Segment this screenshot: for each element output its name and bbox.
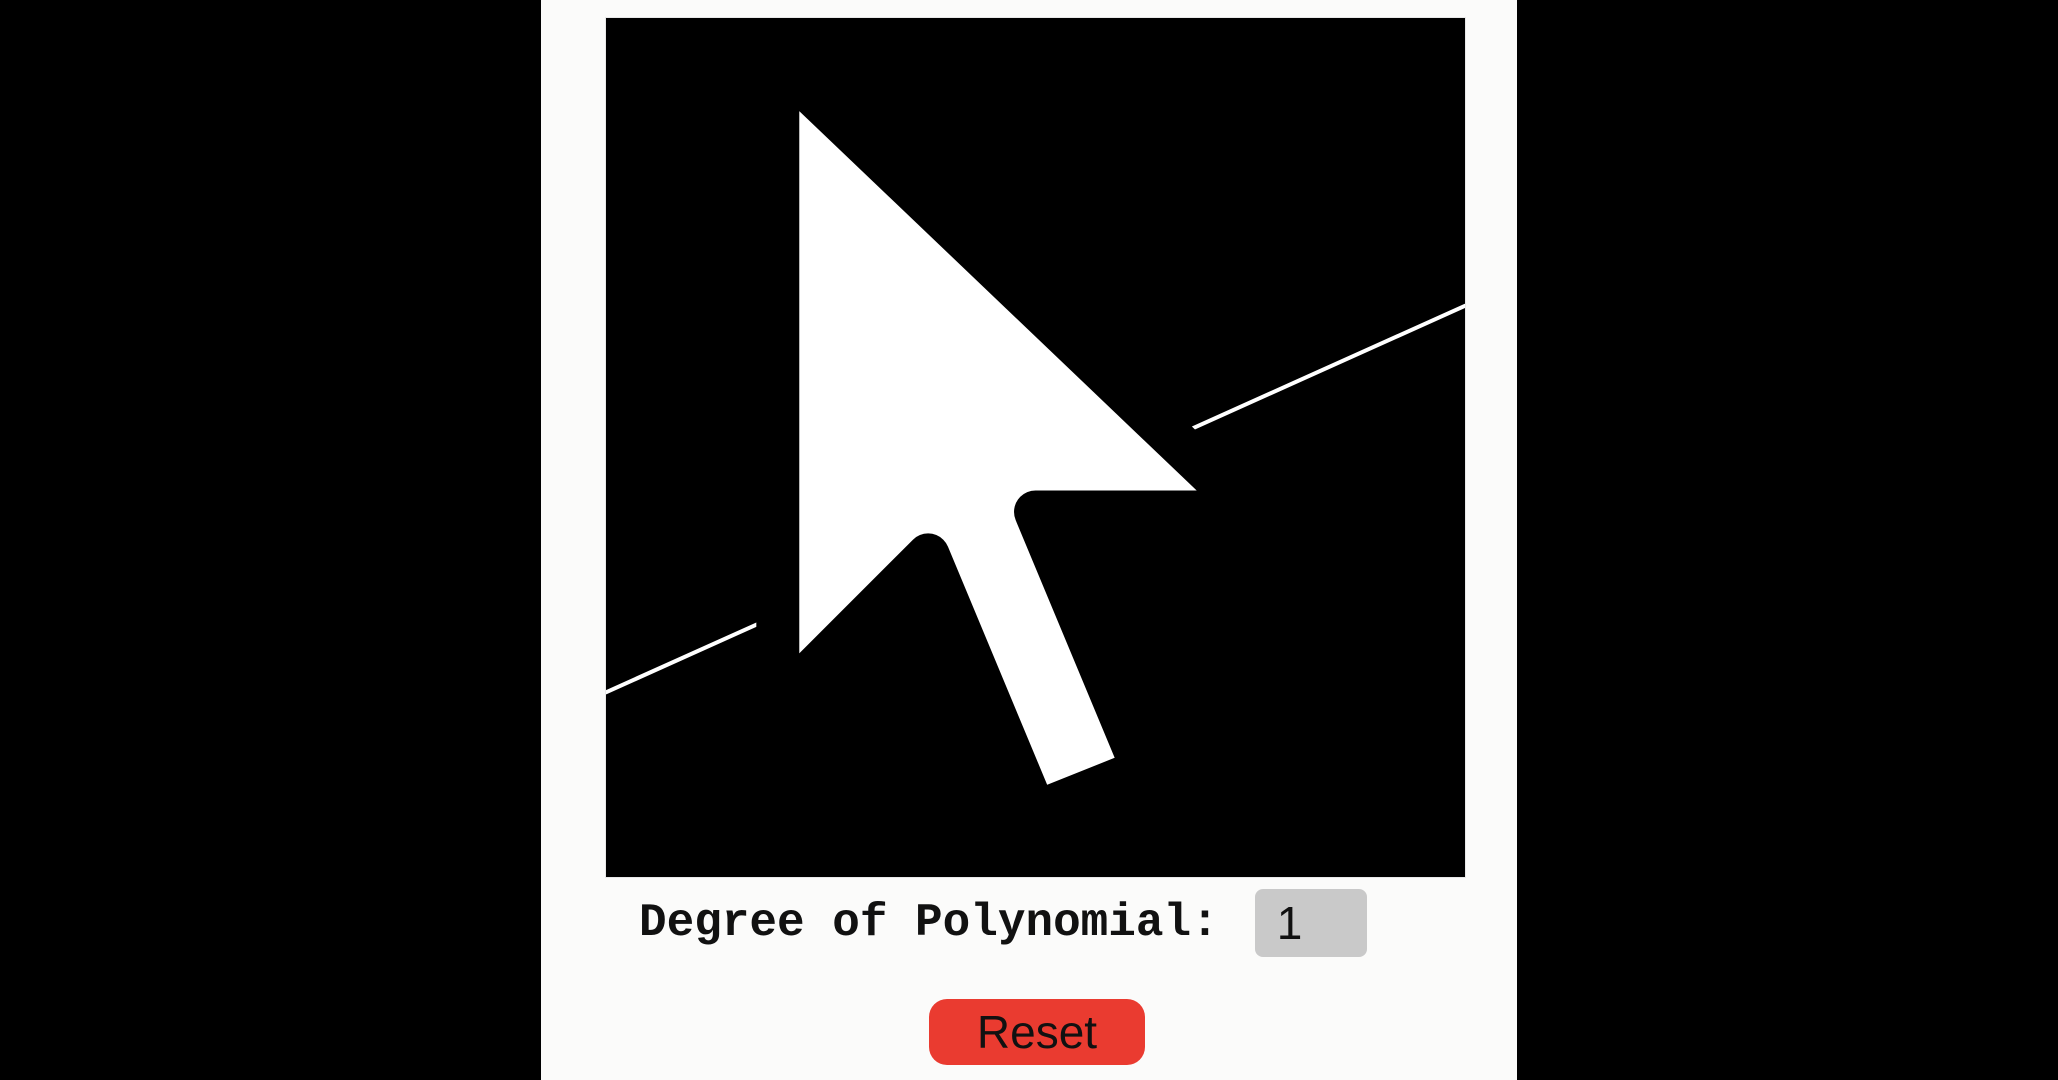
plot-canvas[interactable]	[605, 17, 1466, 878]
degree-input[interactable]	[1254, 889, 1367, 957]
degree-label: Degree of Polynomial:	[639, 897, 1219, 949]
degree-control-row: Degree of Polynomial:	[639, 888, 1367, 958]
screen: Degree of Polynomial: Reset	[0, 0, 2058, 1080]
mouse-cursor-icon	[756, 39, 1272, 835]
app-panel: Degree of Polynomial: Reset	[541, 0, 1517, 1080]
reset-button[interactable]: Reset	[929, 999, 1145, 1065]
